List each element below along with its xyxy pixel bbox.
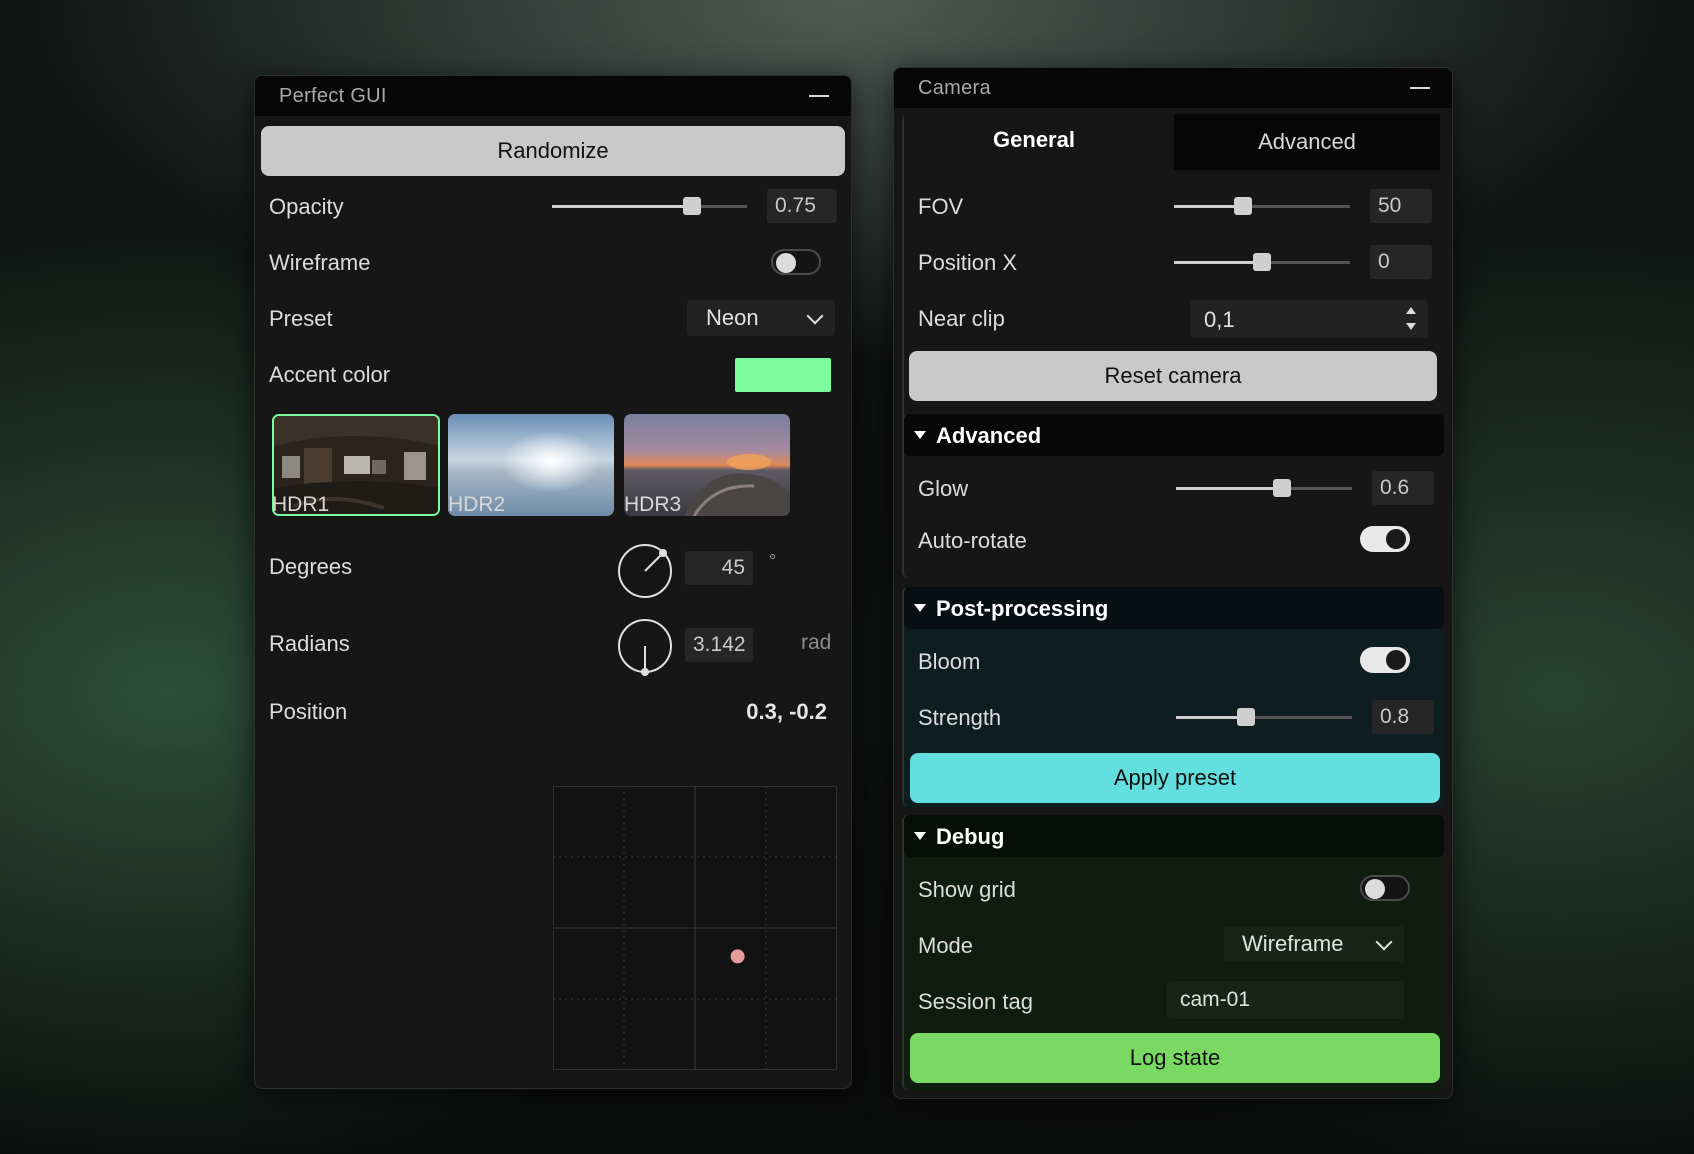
fov-label: FOV [918, 194, 964, 219]
strength-slider[interactable] [1176, 708, 1352, 726]
fov-slider-thumb[interactable] [1233, 197, 1252, 215]
bloom-label: Bloom [918, 649, 981, 674]
radians-label: Radians [269, 631, 350, 656]
glow-value[interactable]: 0.6 [1372, 471, 1434, 505]
accent-color-swatch[interactable] [735, 358, 831, 392]
advanced-section-header[interactable]: Advanced [904, 414, 1444, 456]
mode-label: Mode [918, 933, 974, 958]
show-grid-toggle[interactable] [1360, 875, 1410, 901]
toggle-knob [1365, 879, 1385, 899]
near-clip-input[interactable]: 0,1 [1190, 300, 1428, 338]
position-x-slider-fill [1174, 261, 1262, 264]
caret-down-icon [914, 604, 926, 612]
strength-label: Strength [918, 705, 1002, 730]
accent-color-label: Accent color [269, 362, 391, 387]
randomize-button[interactable]: Randomize [261, 126, 845, 176]
glow-slider-fill [1176, 487, 1282, 490]
toggle-knob [1386, 529, 1406, 549]
panel-title: Perfect GUI [279, 85, 387, 107]
bloom-toggle[interactable] [1360, 647, 1410, 673]
caret-down-icon [914, 832, 926, 840]
panel-titlebar[interactable]: Perfect GUI [255, 76, 851, 116]
opacity-value[interactable]: 0.75 [767, 189, 837, 223]
strength-slider-thumb[interactable] [1237, 708, 1256, 726]
camera-panel: Camera General Advanced FOV 50 Position … [893, 67, 1453, 1099]
tab-advanced[interactable]: Advanced [1174, 114, 1440, 170]
opacity-slider-fill [552, 205, 693, 208]
radians-unit: rad [801, 631, 832, 654]
position-value: 0.3, -0.2 [746, 699, 827, 724]
post-processing-header[interactable]: Post-processing [904, 587, 1444, 629]
strength-slider-fill [1176, 716, 1247, 719]
radians-knob[interactable] [616, 617, 674, 677]
opacity-slider[interactable] [552, 197, 747, 215]
radians-value[interactable]: 3.142 [685, 628, 753, 662]
position-xy-pad[interactable] [553, 786, 837, 1070]
near-clip-value: 0,1 [1204, 307, 1235, 332]
xy-pad-handle [730, 949, 745, 964]
fov-slider[interactable] [1174, 197, 1350, 215]
log-state-button[interactable]: Log state [910, 1033, 1440, 1083]
auto-rotate-label: Auto-rotate [918, 528, 1027, 553]
chevron-down-icon [806, 307, 824, 325]
minimize-icon[interactable] [1410, 87, 1430, 89]
hdr3-label: HDR3 [624, 493, 682, 516]
stepper-up-icon[interactable] [1406, 307, 1416, 314]
session-tag-label: Session tag [918, 989, 1033, 1014]
opacity-slider-thumb[interactable] [683, 197, 702, 215]
tab-general-label: General [993, 127, 1075, 152]
mode-selected-value: Wireframe [1242, 931, 1344, 956]
glow-label: Glow [918, 476, 969, 501]
preset-select[interactable]: Neon [687, 300, 835, 336]
mode-select[interactable]: Wireframe [1224, 926, 1404, 962]
auto-rotate-toggle[interactable] [1360, 526, 1410, 552]
preset-selected-value: Neon [706, 305, 759, 330]
session-tag-value: cam-01 [1180, 988, 1251, 1011]
advanced-section: Advanced Glow 0.6 Auto-rotate [902, 414, 1444, 578]
preset-label: Preset [269, 306, 333, 331]
tab-advanced-label: Advanced [1258, 129, 1356, 154]
chevron-down-icon [1375, 933, 1393, 951]
degrees-value[interactable]: 45 [685, 551, 753, 585]
wireframe-label: Wireframe [269, 250, 371, 275]
position-x-slider-thumb[interactable] [1253, 253, 1271, 271]
reset-camera-button[interactable]: Reset camera [909, 351, 1437, 401]
apply-preset-button[interactable]: Apply preset [910, 753, 1440, 803]
degrees-knob[interactable] [616, 542, 674, 600]
hdr1-label: HDR1 [272, 493, 330, 516]
debug-section-header[interactable]: Debug [904, 815, 1444, 857]
hdr2-label: HDR2 [448, 493, 506, 516]
fov-value[interactable]: 50 [1370, 189, 1432, 223]
position-label: Position [269, 699, 348, 724]
glow-slider-thumb[interactable] [1272, 479, 1291, 497]
debug-section-title: Debug [936, 824, 1005, 849]
position-x-label: Position X [918, 250, 1018, 275]
debug-section: Debug Show grid Mode Wireframe Session t… [902, 815, 1444, 1090]
degrees-unit: ° [769, 551, 777, 571]
minimize-icon[interactable] [809, 95, 829, 97]
advanced-section-title: Advanced [936, 423, 1042, 448]
wireframe-toggle[interactable] [771, 249, 821, 275]
strength-value[interactable]: 0.8 [1372, 700, 1434, 734]
post-processing-title: Post-processing [936, 596, 1109, 621]
glow-slider[interactable] [1176, 479, 1352, 497]
perfect-gui-panel: Perfect GUI Randomize Opacity 0.75 Wiref… [254, 75, 852, 1089]
fov-slider-fill [1174, 205, 1243, 208]
near-clip-label: Near clip [918, 306, 1005, 331]
camera-title: Camera [918, 77, 991, 99]
tab-general[interactable]: General [904, 114, 1164, 170]
session-tag-input[interactable]: cam-01 [1166, 981, 1404, 1019]
caret-down-icon [914, 431, 926, 439]
position-x-slider[interactable] [1174, 253, 1350, 271]
camera-titlebar[interactable]: Camera [894, 68, 1452, 108]
opacity-label: Opacity [269, 194, 344, 219]
position-x-value[interactable]: 0 [1370, 245, 1432, 279]
toggle-knob [776, 253, 796, 273]
degrees-label: Degrees [269, 554, 353, 579]
post-processing-section: Post-processing Bloom Strength 0.8 Apply… [902, 587, 1444, 807]
stepper-down-icon[interactable] [1406, 323, 1416, 330]
toggle-knob [1386, 650, 1406, 670]
show-grid-label: Show grid [918, 877, 1016, 902]
